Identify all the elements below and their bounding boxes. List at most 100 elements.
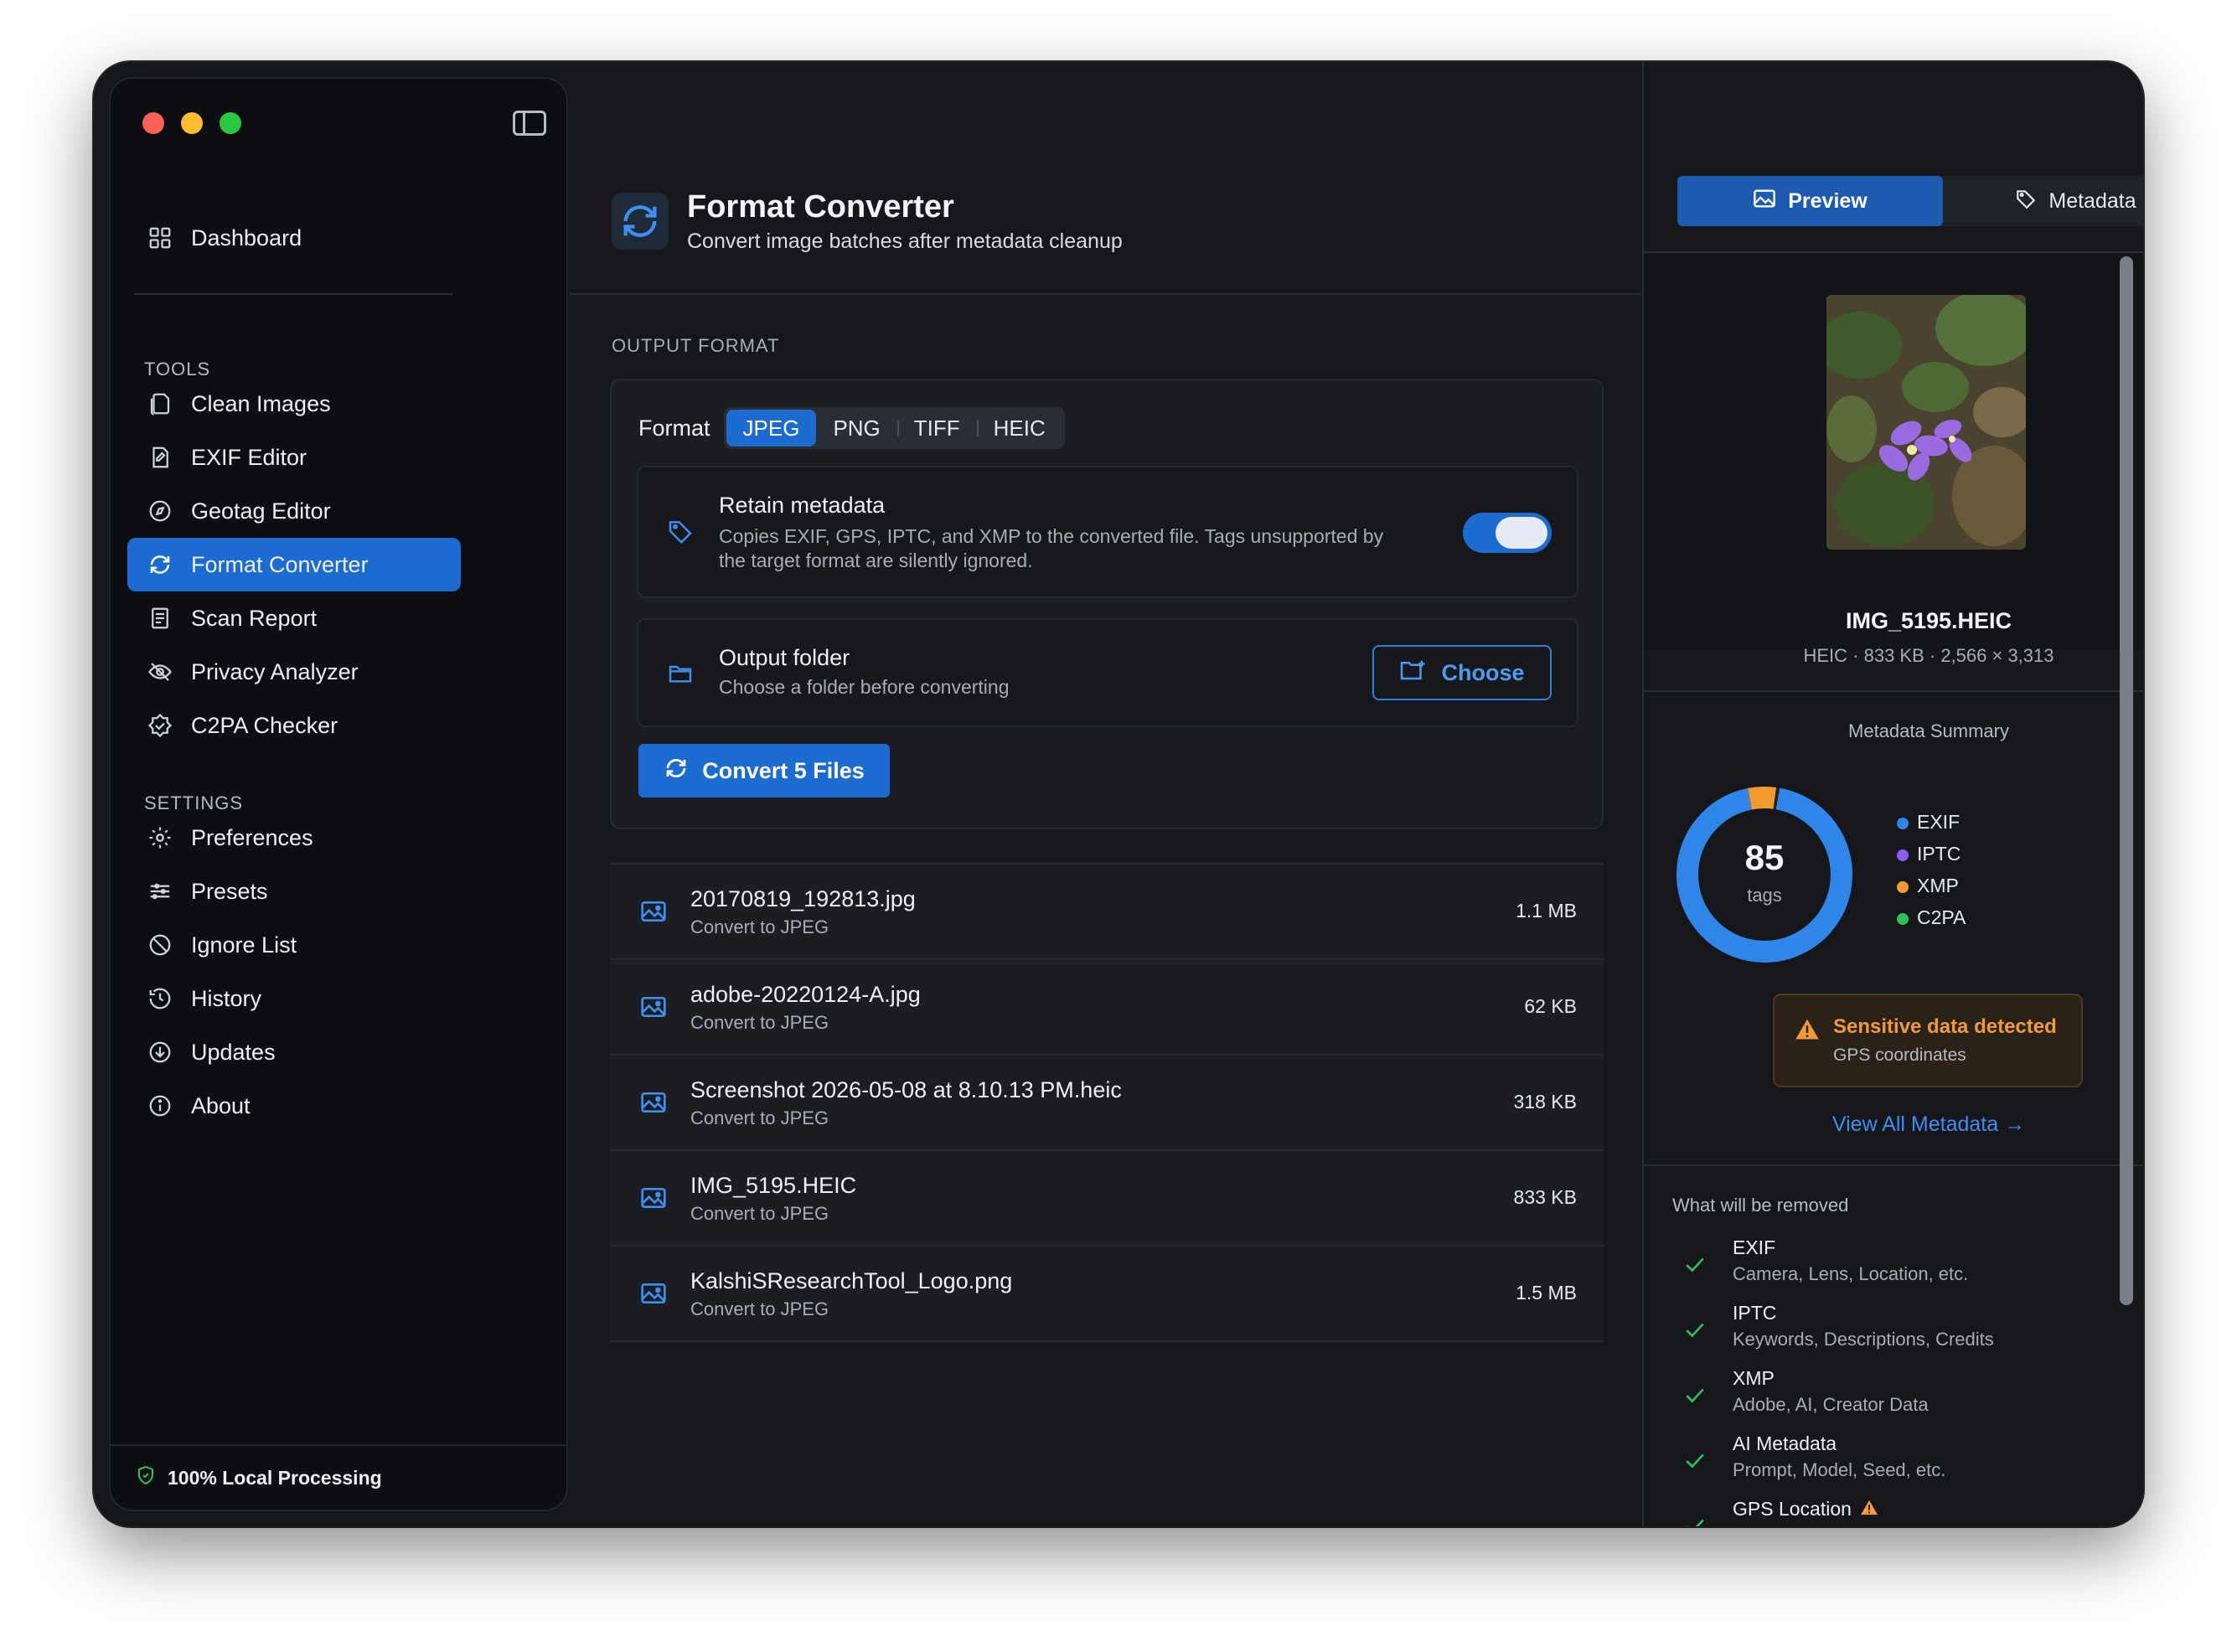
file-size: 318 KB [1513,1091,1577,1113]
total-tags-count: 85 [1744,838,1785,877]
photo-icon [1753,188,1776,214]
legend-item-xmp: XMP 5 [1897,873,2143,905]
sidebar-item-c2pa-checker[interactable]: C2PA Checker [127,699,461,752]
file-name: KalshiSResearchTool_Logo.png [690,1268,1013,1293]
close-window-button[interactable] [142,112,164,134]
sidebar-item-preferences[interactable]: Preferences [127,811,461,865]
tab-metadata[interactable]: Metadata [1943,176,2143,226]
sidebar-item-privacy-analyzer[interactable]: Privacy Analyzer [127,645,461,699]
window-controls [142,112,241,134]
sidebar-item-presets[interactable]: Presets [127,865,461,918]
file-row[interactable]: 20170819_192813.jpg Convert to JPEG 1.1 … [610,865,1604,960]
choose-folder-button[interactable]: Choose [1372,645,1552,700]
sidebar-item-label: Updates [191,1039,276,1065]
report-icon [147,606,173,631]
minimize-window-button[interactable] [181,112,203,134]
file-row[interactable]: KalshiSResearchTool_Logo.png Convert to … [610,1247,1604,1342]
panel-divider [1644,1164,2143,1166]
sidebar-item-dashboard[interactable]: Dashboard [127,211,461,265]
retain-metadata-title: Retain metadata [719,493,886,518]
format-option-tiff[interactable]: TIFF [896,410,977,447]
retain-metadata-toggle[interactable] [1463,513,1552,553]
sidebar-item-clean-images[interactable]: Clean Images [127,377,461,431]
sidebar-item-label: Preferences [191,824,313,850]
check-icon [1684,1320,1706,1343]
removal-item-description: Keywords, Descriptions, Credits [1733,1329,1994,1350]
retain-metadata-option: Retain metadata Copies EXIF, GPS, IPTC, … [637,466,1578,598]
removal-name-text: GPS Location [1733,1498,1852,1520]
legend-name: C2PA [1917,906,1966,928]
removal-item-gps-location: GPS Location 13 [1672,1498,2143,1526]
removal-item-name: XMP [1733,1367,1775,1390]
choose-label: Choose [1441,659,1525,685]
check-icon [1684,1386,1706,1408]
exif-color-dot [1897,818,1909,829]
warning-triangle-icon [1795,1017,1820,1045]
file-row[interactable]: Screenshot 2026-05-08 at 8.10.13 PM.heic… [610,1056,1604,1151]
refresh-icon [612,193,669,250]
legend-name: XMP [1917,875,1959,896]
download-circle-icon [147,1040,173,1065]
warning-triangle-icon [1860,1498,1878,1520]
sidebar-item-label: Dashboard [191,225,302,250]
warning-subtitle: GPS coordinates [1833,1045,1966,1065]
file-action: Convert to JPEG [690,1203,829,1224]
xmp-color-dot [1897,881,1909,893]
view-all-metadata-link[interactable]: View All Metadata → [1644,1113,2143,1137]
file-action: Convert to JPEG [690,916,829,937]
sidebar-item-label: Presets [191,878,268,904]
badge-check-icon [147,713,173,738]
file-size: 1.1 MB [1516,900,1577,922]
format-option-heic[interactable]: HEIC [976,410,1062,447]
sidebar-toggle-icon[interactable] [513,111,546,136]
output-folder-option: Output folder Choose a folder before con… [637,618,1578,727]
tab-preview[interactable]: Preview [1677,176,1943,226]
removal-item-description: Adobe, AI, Creator Data [1733,1394,1929,1415]
removal-item-name: GPS Location [1733,1498,1878,1520]
format-segmented-control: JPEG PNG TIFF HEIC [723,407,1065,449]
tab-label: Metadata [2048,188,2136,213]
inspector-scrollbar[interactable] [2120,256,2133,1305]
sidebar-item-exif-editor[interactable]: EXIF Editor [127,431,461,484]
output-folder-title: Output folder [719,645,850,670]
convert-files-button[interactable]: Convert 5 Files [638,744,890,798]
format-option-jpeg[interactable]: JPEG [726,410,817,447]
image-icon [640,1282,667,1309]
removal-name-text: AI Metadata [1733,1433,1837,1454]
output-format-label: OUTPUT FORMAT [612,335,780,356]
legend-name: EXIF [1917,811,1961,833]
tab-label: Preview [1788,188,1868,213]
removal-name-text: XMP [1733,1367,1775,1389]
sidebar-item-about[interactable]: About [127,1079,461,1133]
sidebar-item-ignore-list[interactable]: Ignore List [127,918,461,972]
file-size: 833 KB [1513,1186,1577,1208]
footer-label: 100% Local Processing [168,1466,382,1489]
prohibited-icon [147,932,173,958]
sidebar-item-format-converter[interactable]: Format Converter [127,538,461,591]
file-row[interactable]: IMG_5195.HEIC Convert to JPEG 833 KB [610,1151,1604,1247]
zoom-window-button[interactable] [220,112,241,134]
page-header: Format Converter Convert image batches a… [570,62,1640,295]
inspector-panel: Preview Metadata IMG_5195.HEIC HEIC · 83… [1642,62,2143,1526]
sidebar-item-label: Clean Images [191,390,331,416]
file-row[interactable]: adobe-20220124-A.jpg Convert to JPEG 62 … [610,960,1604,1056]
preview-file-name: IMG_5195.HEIC [1845,608,2012,633]
removal-item-iptc: IPTC Keywords, Descriptions, Credits [1672,1302,2143,1367]
sensitive-data-warning: Sensitive data detected GPS coordinates [1773,994,2083,1087]
removal-item-ai-metadata: AI Metadata Prompt, Model, Seed, etc. [1672,1433,2143,1498]
refresh-icon [147,552,173,577]
eye-slash-icon [147,659,173,684]
sidebar-item-geotag-editor[interactable]: Geotag Editor [127,484,461,538]
sidebar-item-scan-report[interactable]: Scan Report [127,591,461,645]
image-icon [640,1091,667,1118]
sidebar-item-updates[interactable]: Updates [127,1025,461,1079]
removal-item-name: AI Metadata [1733,1433,1837,1455]
sidebar-item-history[interactable]: History [127,972,461,1025]
check-icon [1684,1451,1706,1474]
tag-icon [2015,188,2037,215]
format-option-png[interactable]: PNG [816,410,896,447]
image-preview-area [1644,253,2143,650]
removal-name-text: EXIF [1733,1236,1776,1258]
output-format-card: Format JPEG PNG TIFF HEIC Retain metadat… [610,379,1604,829]
clock-history-icon [147,986,173,1011]
